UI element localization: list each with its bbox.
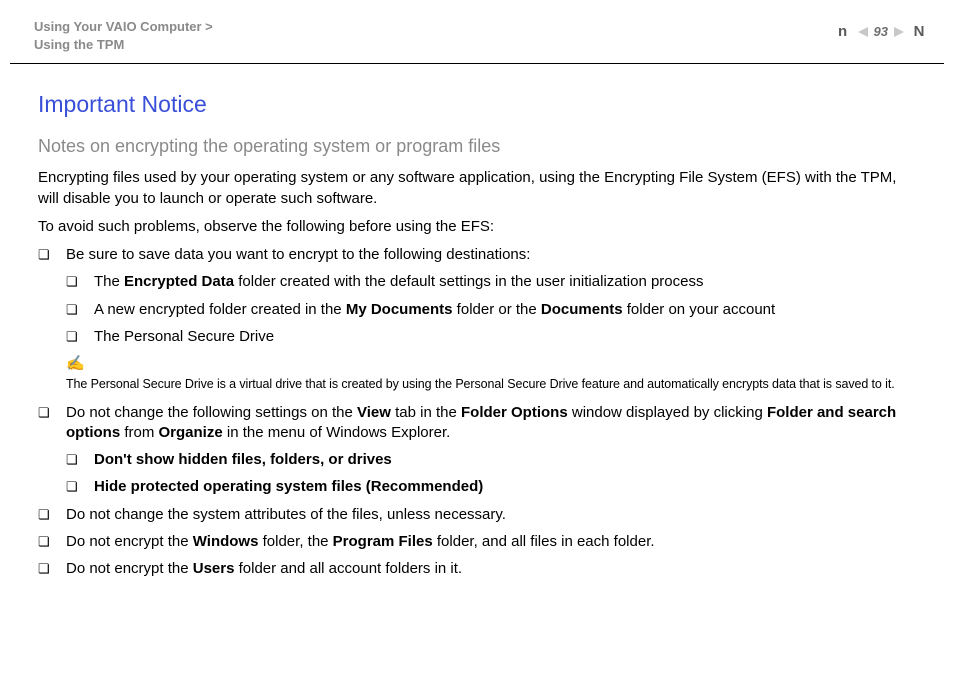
list-item: Do not encrypt the Users folder and all … — [38, 559, 920, 579]
pencil-icon: ✍ — [66, 354, 920, 374]
nav-letter-N: N — [910, 22, 928, 42]
nav-letter-n: n — [834, 22, 852, 42]
note-block: ✍ The Personal Secure Drive is a virtual… — [66, 354, 920, 395]
breadcrumb-line1: Using Your VAIO Computer > — [34, 18, 213, 36]
page-header: Using Your VAIO Computer > Using the TPM… — [0, 0, 954, 53]
list-text: Be sure to save data you want to encrypt… — [66, 246, 530, 263]
list-item: Be sure to save data you want to encrypt… — [38, 245, 920, 265]
page-subtitle: Notes on encrypting the operating system… — [38, 134, 920, 158]
paragraph-1: Encrypting files used by your operating … — [38, 168, 920, 209]
list-item: Do not encrypt the Windows folder, the P… — [38, 532, 920, 552]
list-item: The Encrypted Data folder created with t… — [66, 272, 920, 292]
note-text: The Personal Secure Drive is a virtual d… — [66, 377, 895, 391]
page-number: 93 — [874, 23, 888, 41]
page-title: Important Notice — [38, 89, 920, 120]
list-item: Hide protected operating system files (R… — [66, 477, 920, 497]
paragraph-2: To avoid such problems, observe the foll… — [38, 217, 920, 237]
list-item: The Personal Secure Drive — [66, 327, 920, 347]
breadcrumb-line2: Using the TPM — [34, 36, 213, 54]
prev-page-icon[interactable] — [858, 27, 868, 37]
list-item: Don't show hidden files, folders, or dri… — [66, 450, 920, 470]
page-nav: n 93 N — [834, 22, 928, 42]
list-item: Do not change the system attributes of t… — [38, 505, 920, 525]
sub-list: The Encrypted Data folder created with t… — [66, 272, 920, 347]
content: Important Notice Notes on encrypting the… — [0, 64, 954, 579]
list-item: A new encrypted folder created in the My… — [66, 300, 920, 320]
main-list: Be sure to save data you want to encrypt… — [38, 245, 920, 579]
list-item: Do not change the following settings on … — [38, 403, 920, 444]
sub-list: Don't show hidden files, folders, or dri… — [66, 450, 920, 498]
breadcrumb: Using Your VAIO Computer > Using the TPM — [34, 18, 213, 53]
next-page-icon[interactable] — [894, 27, 904, 37]
